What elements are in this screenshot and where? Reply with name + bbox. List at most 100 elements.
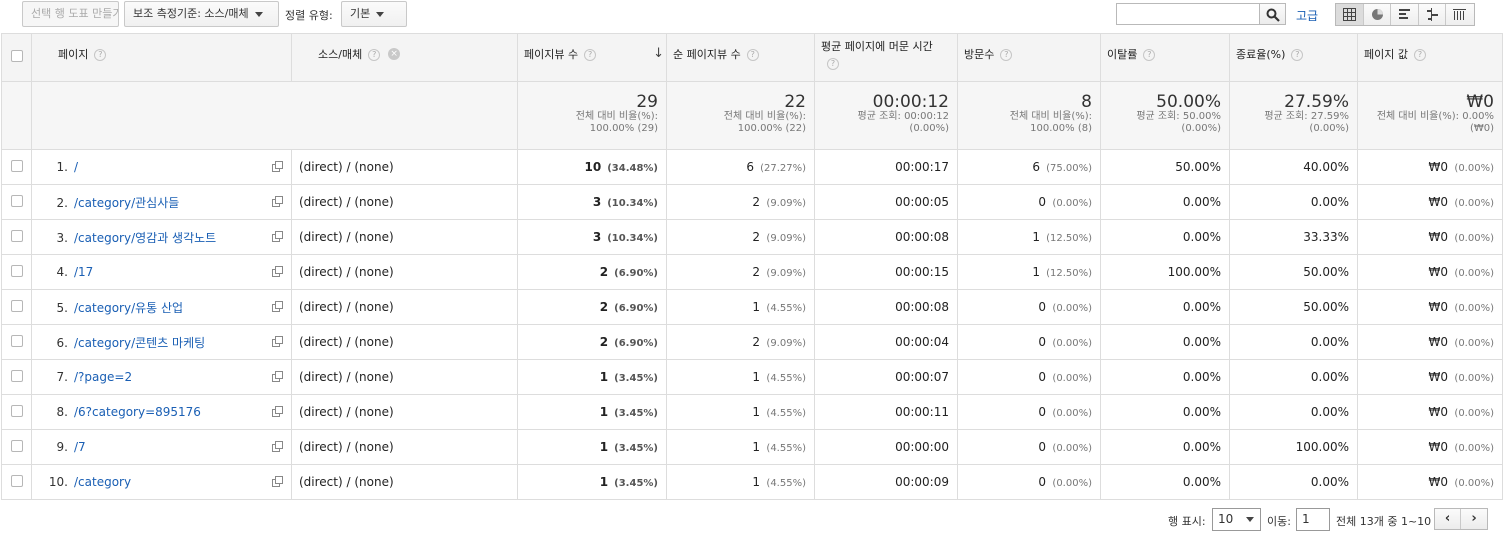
bounce-rate-cell: 0.00% [1100, 359, 1230, 395]
pageviews-value: 2 [599, 300, 609, 314]
page-value-percent: (0.00%) [1454, 268, 1494, 279]
row-checkbox[interactable] [10, 264, 23, 277]
column-header-source[interactable]: 소스/매체? × [291, 33, 518, 82]
row-checkbox[interactable] [10, 159, 23, 172]
row-checkbox[interactable] [10, 369, 23, 382]
open-external-icon[interactable] [272, 196, 283, 207]
row-checkbox[interactable] [10, 229, 23, 242]
unique-pageviews-percent: (4.55%) [766, 303, 806, 314]
previous-page-button[interactable]: ‹ [1435, 509, 1462, 529]
exit-rate-cell: 50.00% [1229, 254, 1358, 290]
unique-pageviews-value: 2 [752, 195, 760, 209]
page-link[interactable]: / [74, 160, 78, 174]
comparison-view-button[interactable] [1418, 4, 1447, 25]
open-external-icon[interactable] [272, 441, 283, 452]
column-header-bounce-rate[interactable]: 이탈률? [1100, 33, 1230, 82]
row-rank: 4. [56, 265, 68, 279]
page-link[interactable]: /category/콘텐츠 마케팅 [74, 336, 205, 350]
help-icon[interactable]: ? [368, 49, 381, 61]
column-header-pageviews[interactable]: 페이지뷰 수? ↓ [517, 33, 667, 82]
row-checkbox[interactable] [10, 474, 23, 487]
entrances-cell: 0 (0.00%) [957, 359, 1101, 395]
column-header-page[interactable]: 페이지? [31, 33, 292, 82]
page-link[interactable]: /category/유통 산업 [74, 301, 183, 315]
page-link[interactable]: /category/영감과 생각노트 [74, 231, 216, 245]
column-header-avg-time[interactable]: 평균 페이지에 머문 시간? [814, 33, 958, 82]
open-external-icon[interactable] [272, 476, 283, 487]
open-external-icon[interactable] [272, 161, 283, 172]
row-rank: 2. [56, 195, 68, 210]
help-icon[interactable]: ? [1000, 49, 1013, 61]
secondary-dimension-dropdown[interactable]: 보조 측정기준: 소스/매체 [124, 1, 279, 27]
total-value: 27.59% [1284, 92, 1349, 112]
table-view-button[interactable] [1336, 4, 1364, 25]
source-medium-cell: (direct) / (none) [291, 254, 518, 290]
page-link[interactable]: /17 [74, 265, 93, 279]
entrances-cell: 0 (0.00%) [957, 324, 1101, 360]
entrances-cell: 0 (0.00%) [957, 429, 1101, 465]
help-icon[interactable]: ? [746, 49, 759, 61]
open-external-icon[interactable] [272, 371, 283, 382]
next-page-button[interactable]: › [1461, 509, 1487, 529]
page-link[interactable]: /7 [74, 440, 86, 454]
pageviews-percent: (6.90%) [614, 338, 658, 349]
column-label-bounce-rate: 이탈률 [1107, 48, 1138, 61]
make-chart-button[interactable]: 선택 행 도표 만들기 [22, 1, 119, 27]
row-range-text: 전체 13개 중 1~10 [1336, 515, 1432, 528]
source-medium-cell: (direct) / (none) [291, 219, 518, 255]
entrances-value: 1 [1032, 265, 1041, 279]
unique-pageviews-percent: (9.09%) [766, 233, 806, 244]
page-link[interactable]: /?page=2 [74, 370, 132, 384]
remove-dimension-icon[interactable]: × [388, 48, 401, 60]
help-icon[interactable]: ? [1143, 49, 1156, 61]
open-external-icon[interactable] [272, 406, 283, 417]
bar-view-button[interactable] [1391, 4, 1419, 25]
search-icon [1266, 8, 1280, 22]
goto-page-input[interactable]: 1 [1296, 508, 1330, 531]
row-checkbox[interactable] [10, 404, 23, 417]
page-value-percent: (0.00%) [1454, 443, 1494, 454]
total-sub: (0.00%) [1309, 123, 1349, 134]
help-icon[interactable]: ? [584, 49, 597, 61]
total-sub: 전체 대비 비율(%): [575, 111, 658, 122]
pageviews-value: 3 [592, 230, 602, 244]
search-input[interactable] [1116, 3, 1260, 25]
rows-per-page-select[interactable]: 10 [1212, 508, 1261, 531]
page-value-cell: ₩0 (0.00%) [1357, 184, 1503, 220]
page-link[interactable]: /category/관심사들 [74, 196, 179, 210]
advanced-filter-link[interactable]: 고급 [1296, 7, 1318, 24]
page-link[interactable]: /6?category=895176 [74, 405, 201, 419]
column-header-page-value[interactable]: 페이지 값? [1357, 33, 1503, 82]
open-external-icon[interactable] [272, 336, 283, 347]
column-header-unique-pageviews[interactable]: 순 페이지뷰 수? [666, 33, 815, 82]
select-all-checkbox[interactable] [10, 50, 23, 62]
help-icon[interactable]: ? [94, 49, 107, 61]
row-checkbox[interactable] [10, 439, 23, 452]
entrances-value: 0 [1038, 300, 1046, 314]
sort-type-dropdown[interactable]: 기본 [341, 1, 407, 27]
help-icon[interactable]: ? [1291, 49, 1304, 61]
unique-pageviews-cell: 1 (4.55%) [666, 289, 815, 325]
open-external-icon[interactable] [272, 266, 283, 277]
source-medium-cell: (direct) / (none) [291, 184, 518, 220]
unique-pageviews-percent: (9.09%) [766, 198, 806, 209]
open-external-icon[interactable] [272, 231, 283, 242]
row-rank: 5. [56, 300, 68, 315]
open-external-icon[interactable] [272, 301, 283, 312]
help-icon[interactable]: ? [1413, 49, 1426, 61]
column-header-entrances[interactable]: 방문수? [957, 33, 1101, 82]
help-icon[interactable]: ? [827, 58, 839, 70]
row-checkbox[interactable] [10, 334, 23, 347]
totals-blank-cell [1, 81, 32, 150]
column-label-exit-rate: 종료율(%) [1236, 48, 1286, 61]
pivot-view-button[interactable] [1446, 4, 1475, 25]
row-checkbox[interactable] [10, 299, 23, 312]
comparison-view-icon [1426, 8, 1438, 21]
row-checkbox[interactable] [10, 194, 23, 207]
pie-view-button[interactable] [1363, 4, 1392, 25]
row-rank: 8. [56, 405, 68, 419]
page-link[interactable]: /category [74, 475, 131, 489]
column-header-exit-rate[interactable]: 종료율(%)? [1229, 33, 1358, 82]
page-cell: 1. / [31, 149, 292, 185]
search-button[interactable] [1259, 3, 1286, 25]
